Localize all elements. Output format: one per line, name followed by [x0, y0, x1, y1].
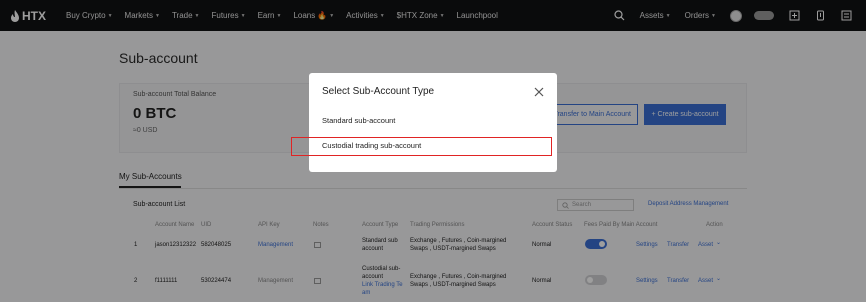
highlight-box: [291, 137, 552, 156]
close-icon[interactable]: [533, 85, 545, 97]
dialog-title: Select Sub-Account Type: [322, 86, 435, 97]
standard-sub-account-option[interactable]: Standard sub-account: [322, 116, 395, 125]
select-sub-account-type-dialog: Select Sub-Account Type Standard sub-acc…: [309, 73, 557, 172]
